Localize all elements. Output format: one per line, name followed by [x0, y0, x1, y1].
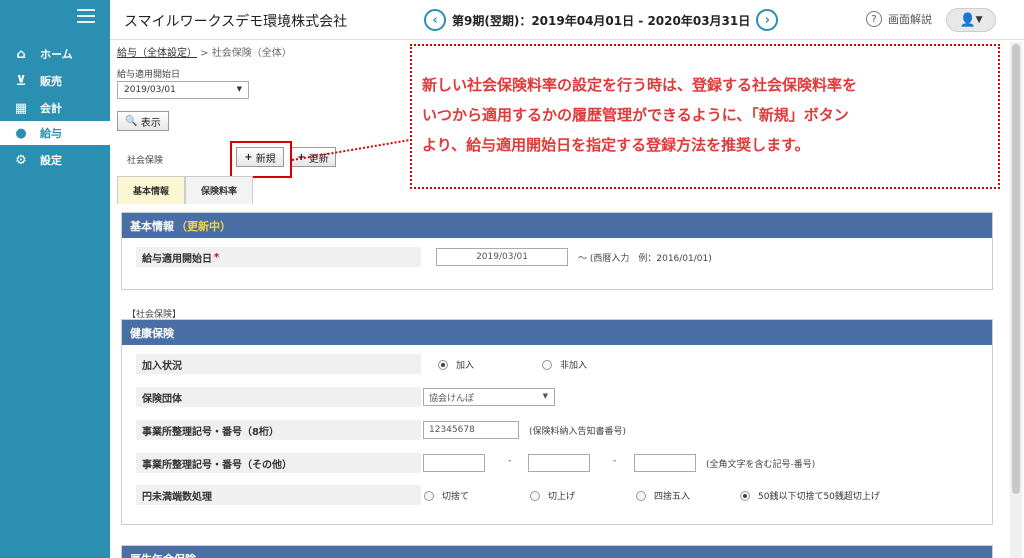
callout-line-2: いつから適用するかの履歴管理ができるように、「新規」ボタン — [422, 106, 849, 124]
scrollbar[interactable] — [1010, 42, 1022, 558]
callout-box: 新しい社会保険料率の設定を行う時は、登録する社会保険料率を いつから適用するかの… — [410, 44, 1000, 189]
callout-line-1: 新しい社会保険料率の設定を行う時は、登録する社会保険料率を — [422, 76, 858, 94]
scrollbar-thumb[interactable] — [1012, 44, 1020, 494]
callout-line-3: より、給与適用開始日を指定する登録方法を推奨します。 — [422, 136, 810, 154]
